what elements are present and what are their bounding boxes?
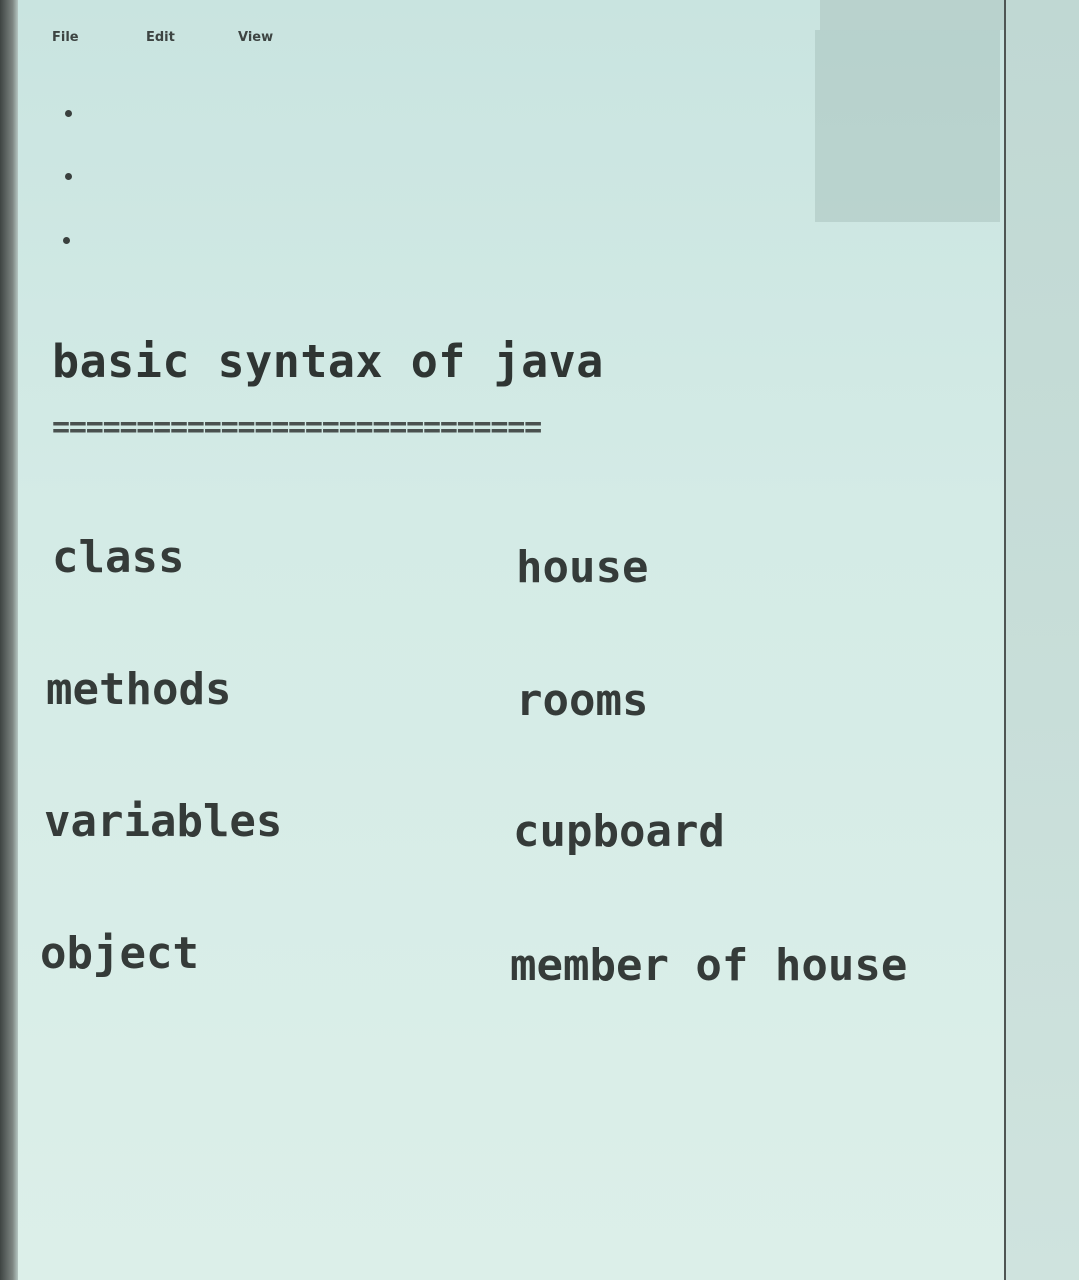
document-heading[interactable]: basic syntax of java <box>52 335 604 388</box>
term-variables[interactable]: variables <box>44 796 282 847</box>
term-class[interactable]: class <box>52 532 184 583</box>
term-object[interactable]: object <box>40 928 199 979</box>
screen-bezel <box>0 0 18 1280</box>
term-methods[interactable]: methods <box>46 664 231 715</box>
analogy-cupboard[interactable]: cupboard <box>513 806 725 857</box>
menu-view[interactable]: View <box>238 30 273 45</box>
bullet-dot <box>63 237 70 244</box>
menu-edit[interactable]: Edit <box>146 30 175 45</box>
bullet-dot <box>65 110 72 117</box>
bullet-dot <box>65 173 72 180</box>
analogy-member-of-house[interactable]: member of house <box>510 940 907 991</box>
heading-underline[interactable]: ============================= <box>52 410 542 445</box>
faded-region <box>815 30 1000 222</box>
editor-window: File Edit View basic syntax of java ====… <box>0 0 1079 1280</box>
side-panel <box>1004 0 1079 1280</box>
analogy-house[interactable]: house <box>516 542 648 593</box>
analogy-rooms[interactable]: rooms <box>516 675 648 726</box>
menu-file[interactable]: File <box>52 30 79 45</box>
